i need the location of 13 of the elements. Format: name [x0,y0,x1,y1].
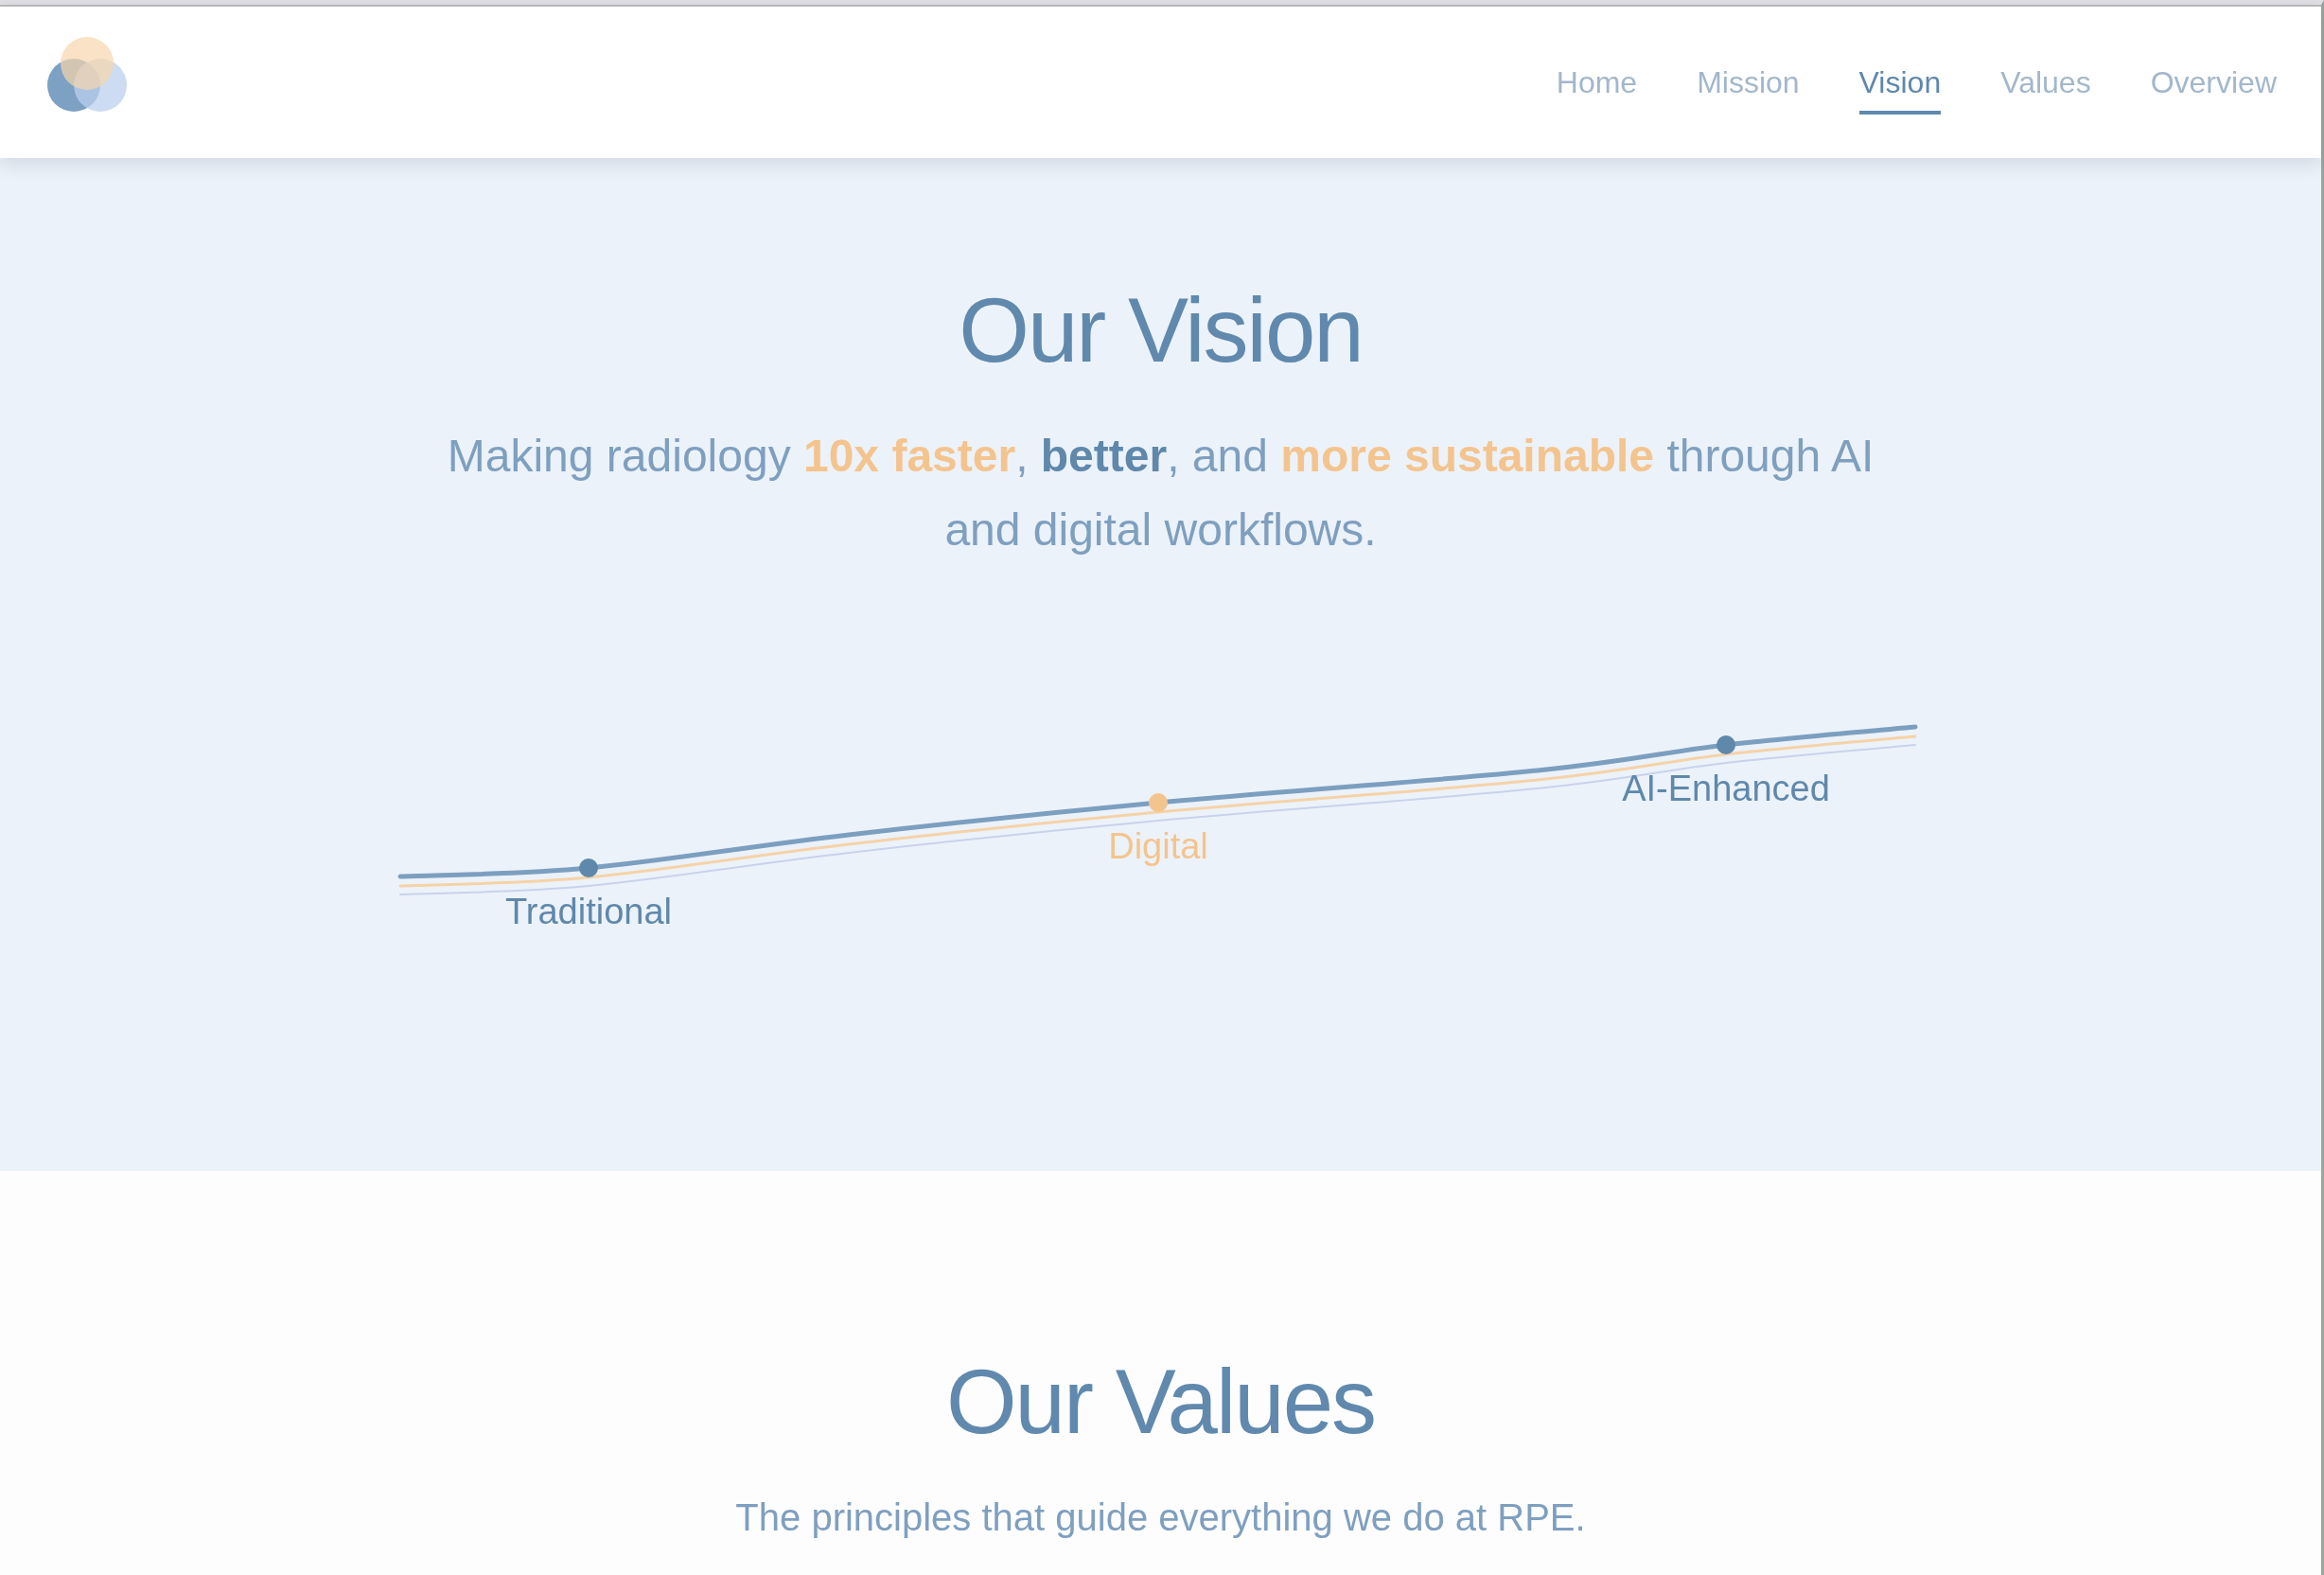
nav-link[interactable]: Home [1556,50,1638,115]
section-title: Our Values [945,1350,1376,1454]
milestone-label: AI-Enhanced [1621,769,1830,808]
milestone-label: Traditional [504,892,672,931]
logo-icon[interactable] [47,37,127,112]
section-subtitle: The principles that guide everything we do at RPE. [735,1495,1586,1540]
nav-link[interactable]: Values [2000,50,2091,115]
section-title: Our Vision [959,278,1363,382]
nav-link[interactable]: Overview [2150,50,2277,115]
milestone-label: Digital [1107,826,1208,866]
vision-statement: Making radiology 10x faster, better, and more sustainable through AI and digital workflows. [446,430,1875,557]
nav-link[interactable]: Mission [1697,50,1800,115]
nav-link[interactable]: Vision [1858,50,1942,115]
